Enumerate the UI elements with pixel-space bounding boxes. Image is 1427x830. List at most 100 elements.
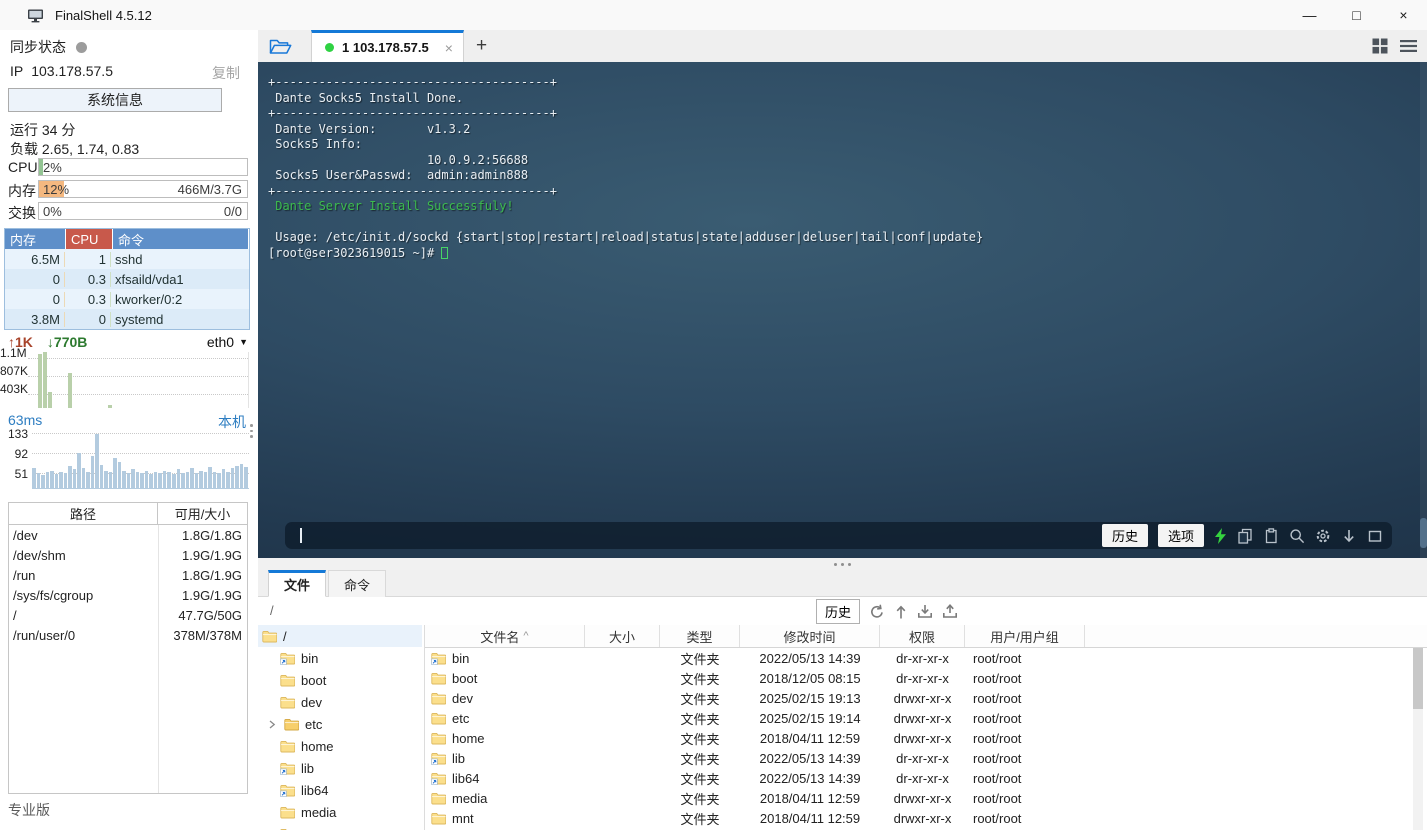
tree-item-root[interactable]: / <box>258 625 422 647</box>
history-button[interactable]: 历史 <box>1101 524 1148 547</box>
ping-target[interactable]: 本机 <box>218 412 246 432</box>
file-table: 文件名 ^ 大小 类型 修改时间 权限 用户/用户组 bin 文件夹 2022/05/13 14… <box>425 625 1427 830</box>
tab-commands[interactable]: 命令 <box>328 570 387 597</box>
upload-tray-icon[interactable] <box>942 603 958 620</box>
close-button[interactable]: × <box>1380 0 1427 30</box>
tree-item-media[interactable]: media <box>258 801 422 823</box>
tree-item-mnt[interactable]: mnt <box>258 823 422 830</box>
disk-row[interactable]: / 47.7G/50G <box>9 605 247 625</box>
disk-size: 1.8G/1.8G <box>182 527 242 543</box>
tree-item-dev[interactable]: dev <box>258 691 422 713</box>
options-button[interactable]: 选项 <box>1157 524 1204 547</box>
process-col-cpu[interactable]: CPU <box>66 229 112 249</box>
meter-detail: 466M/3.7G <box>177 182 242 197</box>
tree-item-bin[interactable]: bin <box>258 647 422 669</box>
horizontal-splitter-handle[interactable] <box>258 558 1427 570</box>
interface-selector[interactable]: eth0 ▼ <box>207 334 248 350</box>
file-row-dev[interactable]: dev 文件夹 2025/02/15 19:13 drwxr-xr-x root/roo… <box>425 688 1427 708</box>
file-row-bin[interactable]: bin 文件夹 2022/05/13 14:39 dr-xr-xr-x root/roo… <box>425 648 1427 668</box>
copy-icon[interactable] <box>1237 528 1253 544</box>
disk-row[interactable]: /dev/shm 1.9G/1.9G <box>9 545 247 565</box>
terminal-line: 10.0.9.2:56688 <box>268 153 983 169</box>
meter-detail: 0/0 <box>223 204 242 219</box>
new-tab-button[interactable]: + <box>476 35 487 57</box>
system-info-button[interactable]: 系统信息 <box>8 88 222 112</box>
window-icon[interactable] <box>1367 528 1383 544</box>
connection-status-dot-icon <box>325 43 334 52</box>
path-input[interactable]: / <box>270 603 274 618</box>
chevron-right-icon[interactable] <box>266 720 278 729</box>
process-row[interactable]: 3.8M 0 systemd <box>5 309 249 329</box>
file-row-etc[interactable]: etc 文件夹 2025/02/15 19:14 drwxr-xr-x root/roo… <box>425 708 1427 728</box>
load-average-text: 负载 2.65, 1.74, 0.83 <box>10 141 140 157</box>
folder-icon <box>431 732 446 745</box>
graph-bar <box>149 474 153 488</box>
search-icon[interactable] <box>1289 528 1305 544</box>
file-type-cell: 文件夹 <box>680 811 720 827</box>
refresh-icon[interactable] <box>869 604 885 620</box>
folder-icon <box>280 806 295 819</box>
graph-bar <box>122 470 126 488</box>
disk-row[interactable]: /run/user/0 378M/378M <box>9 625 247 645</box>
file-perm-cell: drwxr-xr-x <box>893 690 952 706</box>
file-row-home[interactable]: home 文件夹 2018/04/11 12:59 drwxr-xr-x root/ro… <box>425 728 1427 748</box>
tree-item-boot[interactable]: boot <box>258 669 422 691</box>
file-row-mnt[interactable]: mnt 文件夹 2018/04/11 12:59 drwxr-xr-x root/roo… <box>425 808 1427 828</box>
sidebar-splitter-handle[interactable] <box>250 424 253 438</box>
file-row-lib[interactable]: lib 文件夹 2022/05/13 14:39 dr-xr-xr-x root/roo… <box>425 748 1427 768</box>
file-col-header[interactable]: 文件名 ^ <box>425 625 585 647</box>
file-name-cell: boot <box>425 668 585 688</box>
file-history-button[interactable]: 历史 <box>816 599 861 624</box>
disk-row[interactable]: /dev 1.8G/1.8G <box>9 525 247 545</box>
minimize-button[interactable]: — <box>1286 0 1333 30</box>
disk-col-size[interactable]: 可用/大小 <box>158 504 247 523</box>
maximize-button[interactable]: □ <box>1333 0 1380 30</box>
resource-meters: CPU 2% 内存 12% 466M/3.7G 交换 0% 0/0 <box>0 158 258 224</box>
graph-bar <box>32 468 36 488</box>
tree-item-home[interactable]: home <box>258 735 422 757</box>
up-arrow-icon[interactable] <box>894 604 908 620</box>
command-input-bar[interactable]: 历史 选项 <box>285 522 1392 549</box>
process-row[interactable]: 0 0.3 xfsaild/vda1 <box>5 269 249 289</box>
file-col-header[interactable]: 用户/用户组 <box>965 625 1085 647</box>
disk-col-path[interactable]: 路径 <box>9 503 158 524</box>
file-col-header[interactable]: 类型 <box>660 625 740 647</box>
terminal-line-text: Dante Version: v1.3.2 <box>268 121 471 136</box>
tab-files[interactable]: 文件 <box>268 570 327 597</box>
tree-item-lib64[interactable]: lib64 <box>258 779 422 801</box>
file-perm-cell: drwxr-xr-x <box>893 730 952 746</box>
scrollbar-thumb[interactable] <box>1420 518 1427 548</box>
file-col-header[interactable]: 修改时间 <box>740 625 880 647</box>
tree-item-etc[interactable]: etc <box>258 713 422 735</box>
file-col-header[interactable]: 大小 <box>585 625 660 647</box>
gear-icon[interactable] <box>1315 528 1331 544</box>
process-col-memory[interactable]: 内存 <box>5 229 65 249</box>
file-row-media[interactable]: media 文件夹 2018/04/11 12:59 drwxr-xr-x root/r… <box>425 788 1427 808</box>
session-tab[interactable]: 1 103.178.57.5 × <box>311 30 464 62</box>
download-tray-icon[interactable] <box>917 604 933 620</box>
copy-ip-button[interactable]: 复制 <box>212 63 240 83</box>
terminal[interactable]: +--------------------------------------+… <box>258 62 1427 558</box>
file-row-lib64[interactable]: lib64 文件夹 2022/05/13 14:39 dr-xr-xr-x root/r… <box>425 768 1427 788</box>
process-row[interactable]: 0 0.3 kworker/0:2 <box>5 289 249 309</box>
paste-icon[interactable] <box>1263 527 1279 544</box>
tab-close-icon[interactable]: × <box>445 40 453 56</box>
graph-bar <box>162 470 167 488</box>
disk-row[interactable]: /run 1.8G/1.9G <box>9 565 247 585</box>
process-row[interactable]: 6.5M 1 sshd <box>5 249 249 269</box>
ping-graph <box>32 430 249 488</box>
grid-view-icon[interactable] <box>1372 38 1388 54</box>
lightning-icon[interactable] <box>1214 527 1227 544</box>
terminal-scrollbar[interactable] <box>1420 62 1427 558</box>
tree-item-lib[interactable]: lib <box>258 757 422 779</box>
download-icon[interactable] <box>1341 528 1357 544</box>
disk-row[interactable]: /sys/fs/cgroup 1.9G/1.9G <box>9 585 247 605</box>
disk-size: 1.9G/1.9G <box>182 587 242 603</box>
menu-icon[interactable] <box>1400 39 1417 53</box>
file-owner-cell: root/root <box>973 690 1022 706</box>
file-mtime-cell: 2022/05/13 14:39 <box>759 770 861 786</box>
file-col-header[interactable]: 权限 <box>880 625 965 647</box>
file-row-boot[interactable]: boot 文件夹 2018/12/05 08:15 dr-xr-xr-x root/ro… <box>425 668 1427 688</box>
open-connections-button[interactable] <box>269 38 292 55</box>
process-col-command[interactable]: 命令 <box>113 229 248 249</box>
